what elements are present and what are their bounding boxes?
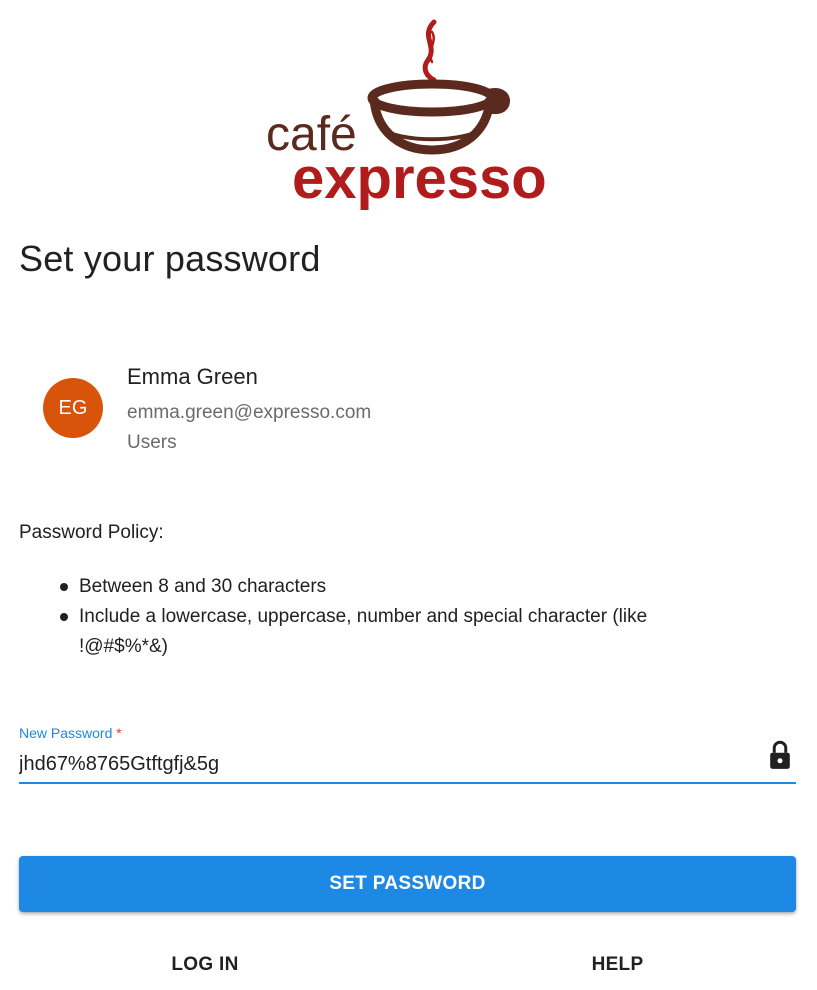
new-password-underline: [19, 782, 796, 784]
password-policy-list: Between 8 and 30 characters Include a lo…: [60, 572, 699, 662]
avatar-initials: EG: [58, 396, 88, 419]
password-policy-title: Password Policy:: [19, 522, 164, 543]
user-group: Users: [127, 432, 177, 453]
user-email: emma.green@expresso.com: [127, 402, 372, 423]
new-password-input[interactable]: [19, 748, 749, 780]
required-marker: *: [116, 725, 122, 741]
policy-rule-complexity: Include a lowercase, uppercase, number a…: [60, 602, 699, 662]
log-in-button[interactable]: LOG IN: [160, 950, 250, 980]
cafe-expresso-logo: café expresso: [262, 18, 547, 210]
svg-text:expresso: expresso: [292, 146, 547, 210]
avatar: EG: [43, 378, 103, 438]
new-password-label: New Password *: [19, 725, 122, 741]
page-title: Set your password: [19, 238, 321, 279]
policy-rule-length: Between 8 and 30 characters: [60, 572, 699, 602]
lock-icon: [766, 740, 794, 770]
help-button[interactable]: HELP: [575, 950, 660, 980]
user-name: Emma Green: [127, 364, 258, 389]
new-password-label-text: New Password: [19, 725, 113, 741]
set-password-button[interactable]: SET PASSWORD: [19, 856, 796, 912]
